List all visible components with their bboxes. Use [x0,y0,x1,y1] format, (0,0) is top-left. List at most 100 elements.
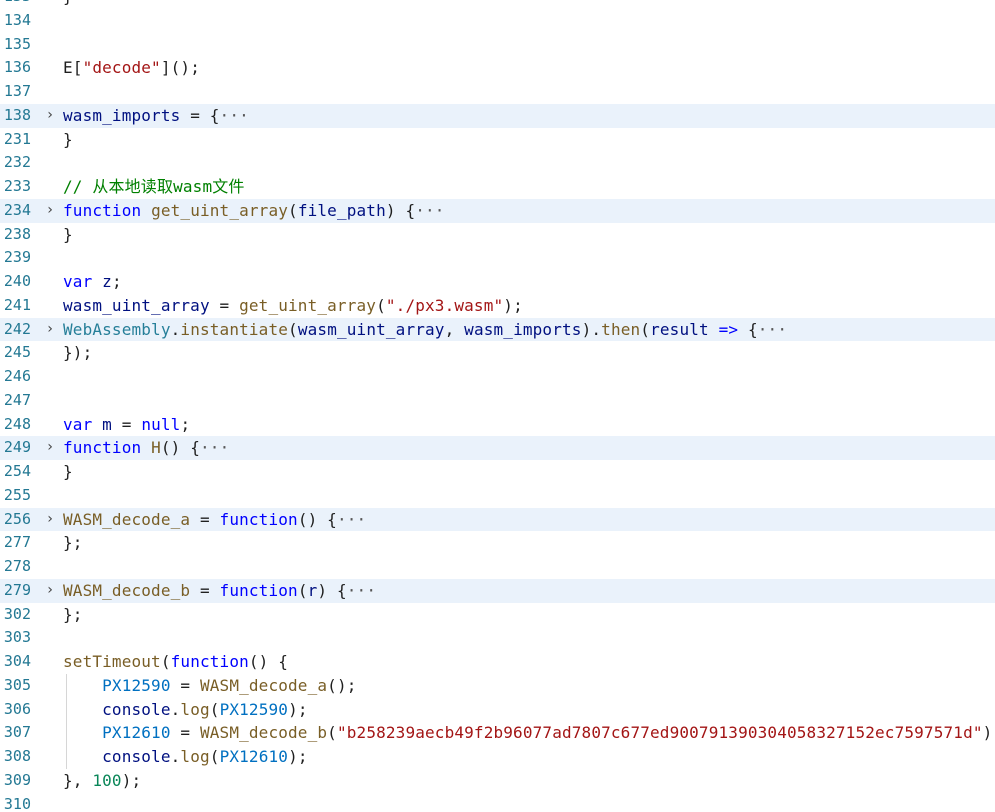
code-text: }; [63,531,83,555]
folded-code-line[interactable]: 256 › WASM_decode_a = function() {··· [0,507,995,532]
code-line[interactable]: 302}; [0,603,995,627]
line-number: 241 [3,295,31,314]
code-token: } [63,0,73,6]
folded-ellipsis[interactable]: ··· [415,201,444,220]
line-number: 136 [3,58,31,77]
folded-code-line[interactable]: 249 › function H() {··· [0,436,995,460]
code-token: ; [111,272,122,291]
code-token: E[ [63,58,83,78]
code-token: . [170,319,181,339]
code-line[interactable]: 233 // 从本地读取wasm文件 [0,175,995,199]
chevron-right-icon[interactable]: › [43,579,57,603]
code-line[interactable]: 308 console.log(PX12610); [0,745,995,769]
code-token: 100 [92,770,122,790]
code-token: = [190,580,220,600]
folded-code-line[interactable]: 234 › function get_uint_array(file_path) {… [0,198,995,223]
code-line[interactable]: 238} [0,223,995,247]
folded-code-line[interactable]: 279 › WASM_decode_b = function(r) {··· [0,578,995,603]
code-line[interactable]: 137 [0,80,995,104]
code-token: WASM_decode_a [63,509,191,529]
code-token: () { [297,509,337,529]
code-text: WebAssembly.instantiate(wasm_uint_array,… [63,318,787,342]
code-line[interactable]: 248 var m = null; [0,413,995,437]
folded-code-line[interactable]: 242 › WebAssembly.instantiate(wasm_uint_ar… [0,317,995,342]
code-token: get_uint_array [239,295,377,315]
code-line[interactable]: 305 PX12590 = WASM_decode_a(); [0,674,995,698]
code-token: PX12610 [219,747,289,766]
line-number: 307 [3,723,31,742]
folded-ellipsis[interactable]: ··· [200,438,229,457]
code-token: ); [503,295,523,315]
line-number: 302 [3,604,31,623]
line-number: 278 [3,557,31,575]
code-line[interactable]: 239 [0,246,995,270]
line-number: 133 [0,0,31,9]
code-line[interactable]: 232 [0,151,995,175]
code-line[interactable]: 136 E["decode"](); [0,56,995,80]
chevron-right-icon[interactable]: › [43,318,57,342]
code-editor[interactable]: 133}134135136E["decode"]();137138›wasm_i… [0,0,995,812]
code-line[interactable]: 231} [0,128,995,152]
chevron-right-icon[interactable]: › [43,436,57,460]
folded-ellipsis[interactable]: ··· [337,510,366,529]
code-token: H [151,438,161,458]
code-line[interactable]: 306 console.log(PX12590); [0,698,995,722]
code-line[interactable]: 303 [0,626,995,650]
code-token: instantiate [180,319,289,339]
code-line[interactable]: 310 [0,793,995,812]
code-line[interactable]: 134 [0,9,995,33]
line-number: 303 [3,628,31,647]
code-token: } [63,129,73,149]
code-line[interactable]: 246 [0,365,995,389]
code-line[interactable]: 133} [0,0,995,9]
code-token: ); [288,699,308,719]
code-line[interactable]: 309}, 100); [0,769,995,793]
code-token: file_path [297,200,386,220]
code-token: () { [248,652,289,671]
line-number: 134 [3,10,31,29]
code-token: . [170,699,181,719]
code-token: PX12590 [102,675,171,695]
code-token: (); [327,675,357,695]
code-token: = { [180,105,220,125]
code-text: WASM_decode_b = function(r) {··· [63,579,376,603]
code-line[interactable]: 307 PX12610 = WASM_decode_b("b258239aecb… [0,721,995,745]
folded-code-line[interactable]: 138 › wasm_imports = {··· [0,103,995,128]
code-line[interactable]: 254} [0,460,995,484]
code-text: }; [63,603,83,627]
code-token: = [170,723,200,743]
line-number: 309 [3,770,31,789]
code-text: var z; [63,270,122,294]
line-number: 248 [3,414,31,433]
line-number: 239 [3,248,31,267]
code-line[interactable]: 240 var z; [0,270,995,294]
code-token: function [63,200,142,220]
code-line[interactable]: 304 setTimeout(function() { [0,650,995,674]
folded-ellipsis[interactable]: ··· [758,320,787,339]
code-token: wasm_uint_array [63,295,210,315]
code-token: ( [327,723,337,743]
line-number: 233 [3,177,31,195]
line-number: 138 [3,105,31,124]
code-line[interactable]: 135 [0,33,995,57]
chevron-right-icon[interactable]: › [43,199,57,223]
code-token: result [650,319,709,339]
code-token: ( [160,652,171,671]
code-line[interactable]: 255 [0,484,995,508]
code-token: log [180,747,210,766]
folded-ellipsis[interactable]: ··· [347,581,376,600]
code-line[interactable]: 247 [0,389,995,413]
code-text: // 从本地读取wasm文件 [63,175,245,199]
chevron-right-icon[interactable]: › [43,508,57,532]
code-token: = [111,414,142,434]
line-number: 245 [3,343,31,362]
code-line[interactable]: 241 wasm_uint_array = get_uint_array("./p… [0,294,995,318]
chevron-right-icon[interactable]: › [43,104,57,128]
code-line[interactable]: 245}); [0,341,995,365]
editor-lines: 133}134135136E["decode"]();137138›wasm_i… [0,0,995,812]
code-token: }; [63,604,83,624]
code-line[interactable]: 278 [0,555,995,579]
code-line[interactable]: 277}; [0,531,995,555]
folded-ellipsis[interactable]: ··· [220,106,249,125]
